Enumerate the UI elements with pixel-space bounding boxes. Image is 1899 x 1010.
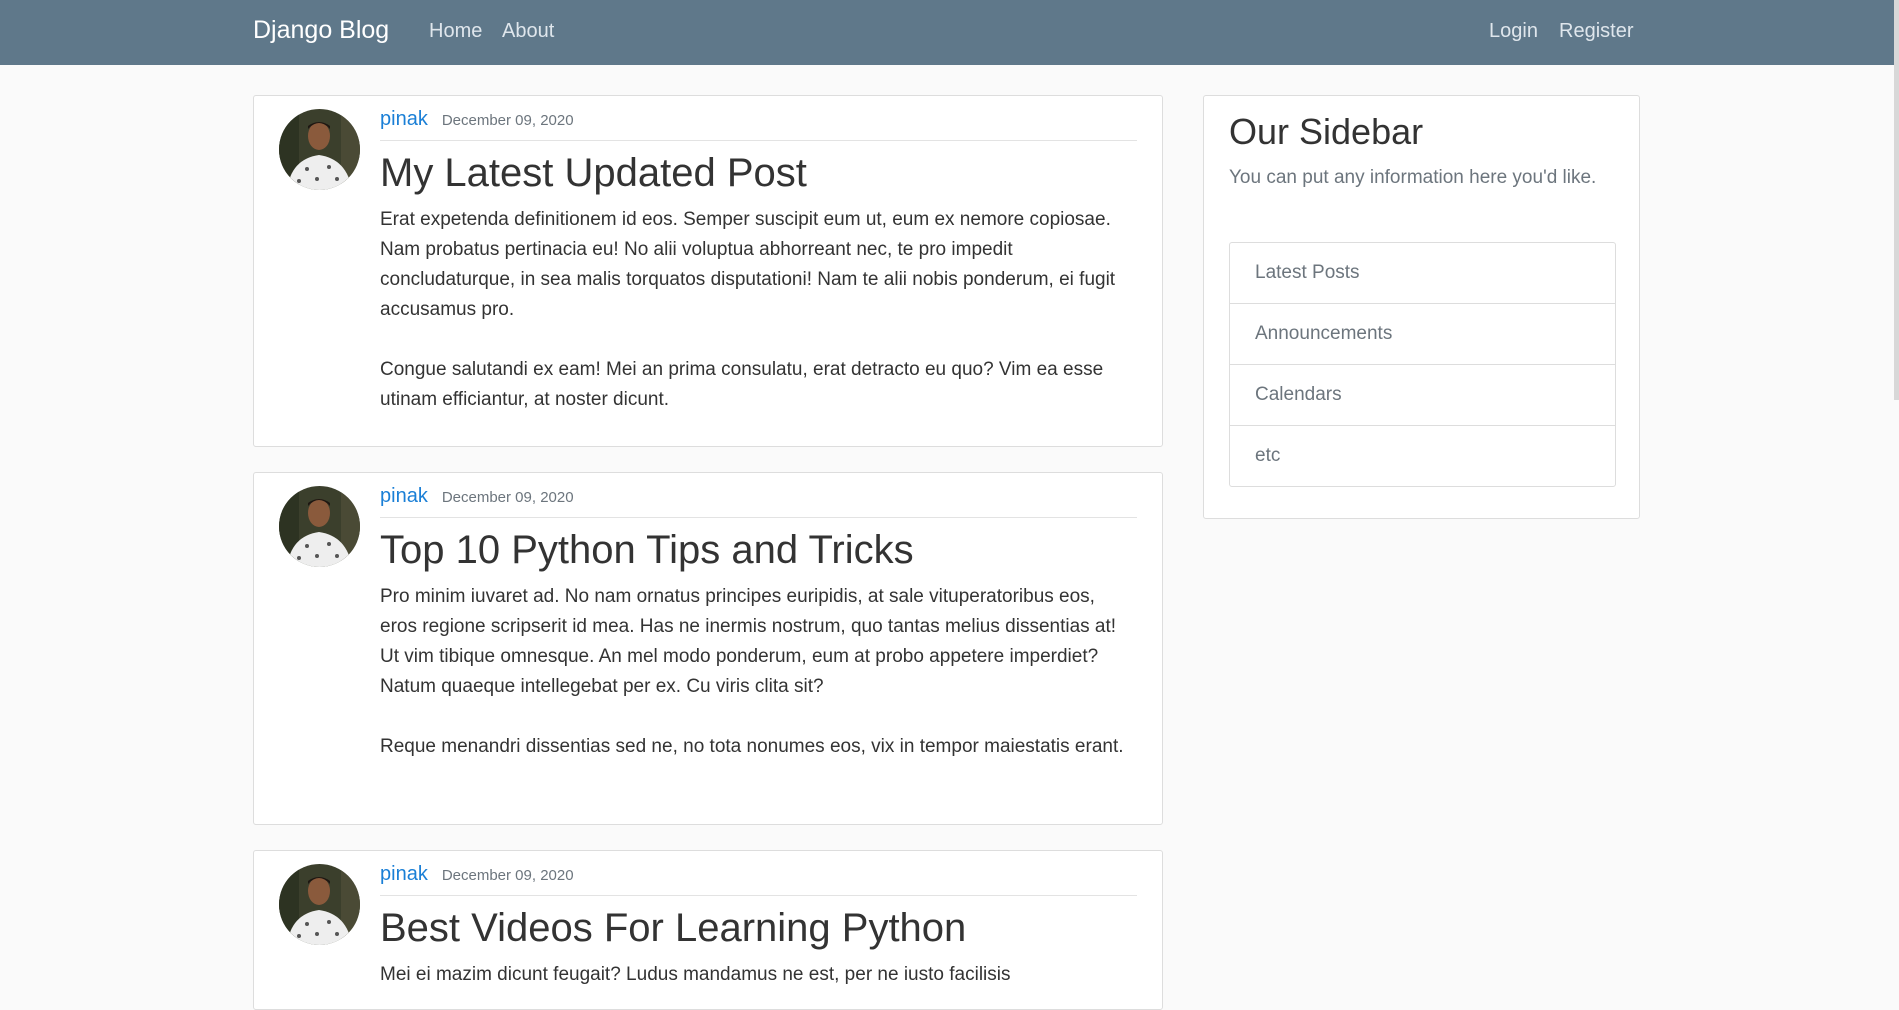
sidebar-title: Our Sidebar [1229,111,1424,152]
brand-link[interactable]: Django Blog [253,16,389,45]
post-date: December 09, 2020 [441,867,574,884]
post-title[interactable]: Best Videos For Learning Python [380,906,1137,950]
post-meta: pinak December 09, 2020 [380,485,1137,518]
post-card: pinak December 09, 2020 Top 10 Python Tip… [253,472,1163,825]
post-date: December 09, 2020 [441,489,574,506]
post-content-paragraph: Reque menandri dissentias sed ne, no tot… [380,736,1124,757]
author-link[interactable]: pinak [380,485,428,507]
top-navbar: Django Blog Home About Login Register [0,0,1899,65]
author-link[interactable]: pinak [380,863,428,885]
post-card: pinak December 09, 2020 My Latest Updated… [253,95,1163,447]
sidebar-item-etc[interactable]: etc [1230,425,1615,486]
sidebar-item-calendars[interactable]: Calendars [1230,364,1615,425]
sidebar-item-announcements[interactable]: Announcements [1230,303,1615,364]
post-content-paragraph: Mei ei mazim dicunt feugait? Ludus manda… [380,964,1011,985]
author-avatar[interactable] [279,486,360,567]
post-meta: pinak December 09, 2020 [380,863,1137,896]
sidebar-list: Latest Posts Announcements Calendars etc [1229,242,1616,487]
sidebar-item-latest-posts[interactable]: Latest Posts [1230,243,1615,303]
nav-register-link[interactable]: Register [1559,20,1633,43]
nav-login-link[interactable]: Login [1489,20,1538,43]
nav-home-link[interactable]: Home [429,20,482,43]
sidebar: Our Sidebar You can put any information … [1203,95,1640,519]
post-content-paragraph: Congue salutandi ex eam! Mei an prima co… [380,359,1104,410]
post-title[interactable]: My Latest Updated Post [380,151,1137,195]
post-content-paragraph: Erat expetenda definitionem id eos. Semp… [380,209,1116,320]
author-avatar[interactable] [279,109,360,190]
author-avatar[interactable] [279,864,360,945]
post-content-paragraph: Pro minim iuvaret ad. No nam ornatus pri… [380,586,1117,697]
post-date: December 09, 2020 [441,112,574,129]
post-title[interactable]: Top 10 Python Tips and Tricks [380,528,1137,572]
scrollbar-thumb[interactable] [1894,0,1899,400]
nav-about-link[interactable]: About [502,20,554,43]
author-link[interactable]: pinak [380,108,428,130]
post-meta: pinak December 09, 2020 [380,108,1137,141]
sidebar-description: You can put any information here you'd l… [1229,167,1597,188]
post-card: pinak December 09, 2020 Best Videos For L… [253,850,1163,1010]
